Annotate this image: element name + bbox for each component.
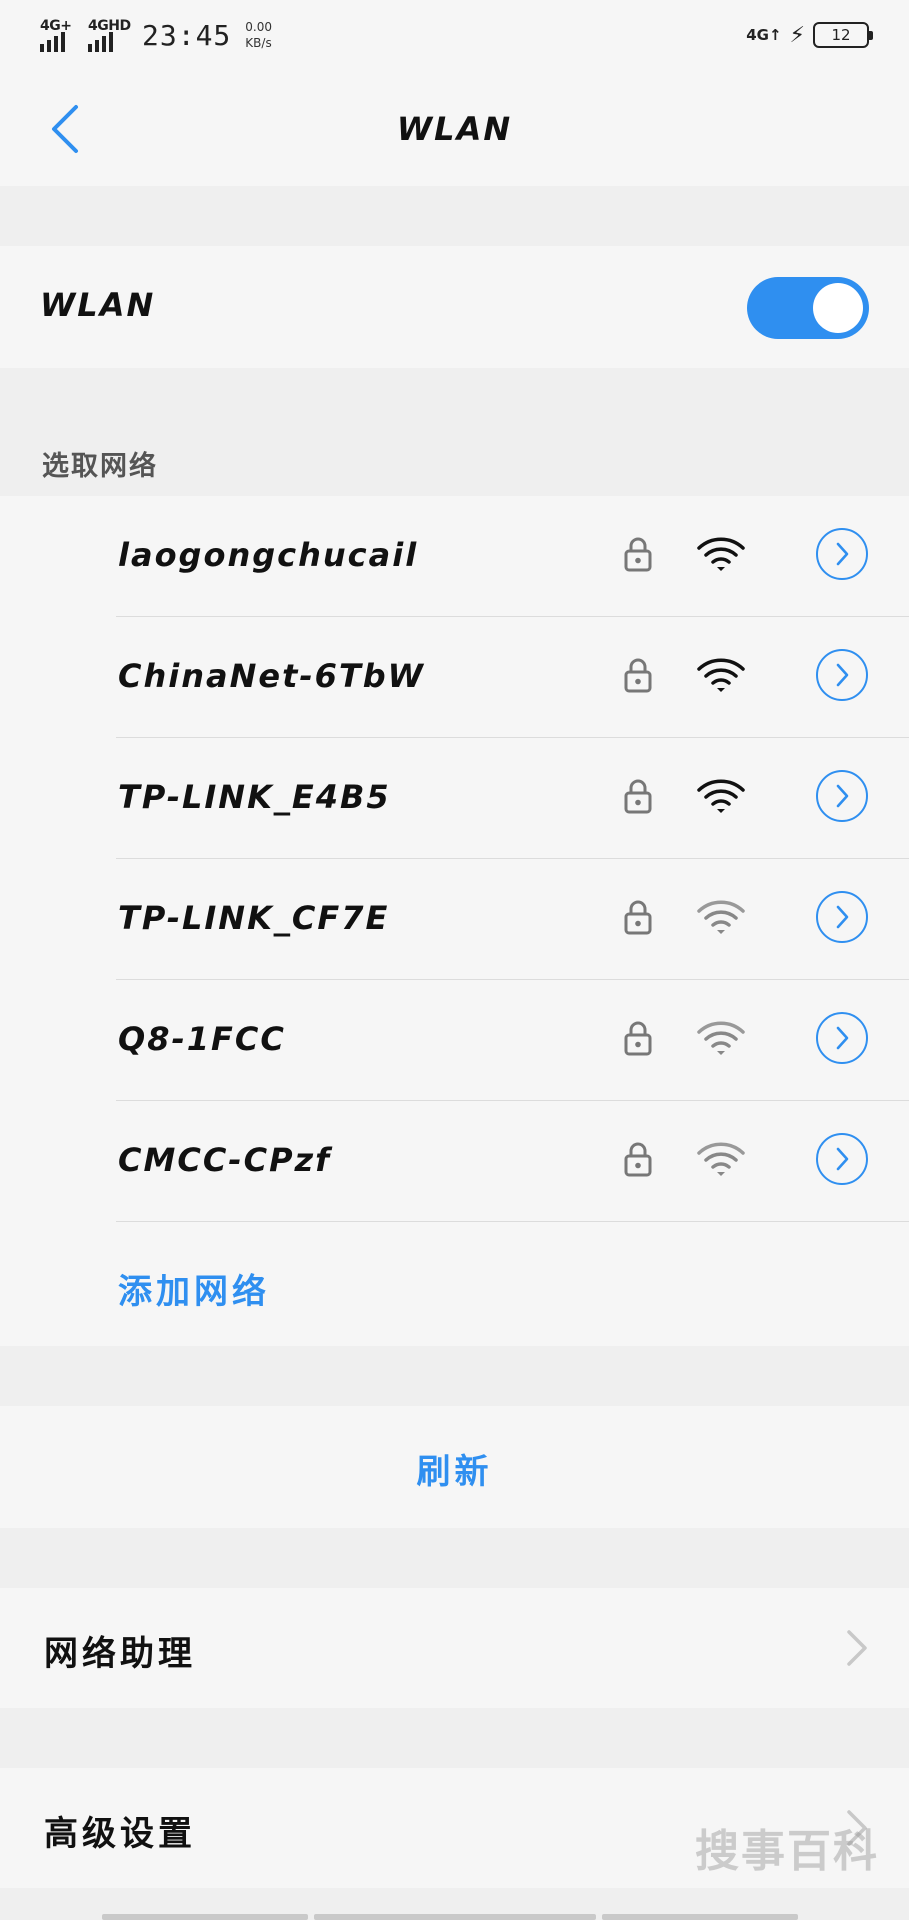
lock-icon [624, 1142, 652, 1177]
chevron-right-icon [836, 1147, 849, 1171]
battery-level: 12 [831, 26, 851, 44]
status-bar-right: 4G↑ ⚡ 12 [746, 18, 873, 52]
wifi-signal-icon [697, 1142, 745, 1176]
network-ssid: Q8-1FCC [118, 1020, 286, 1058]
cell-signal-icon-2: 4GHD [88, 18, 131, 52]
lock-icon [624, 779, 652, 814]
network-item[interactable]: laogongchucail [116, 496, 909, 617]
advanced-settings-label: 高级设置 [44, 1814, 196, 1854]
network-detail-button[interactable] [816, 770, 868, 822]
network-item[interactable]: TP-LINK_E4B5 [116, 738, 909, 859]
clock: 23:45 [142, 18, 232, 52]
lock-icon [624, 658, 652, 693]
refresh-button[interactable]: 刷新 [0, 1444, 909, 1493]
data-network-icon: 4G↑ [746, 26, 782, 44]
network-ssid: ChinaNet-6TbW [118, 657, 425, 695]
section-label-choose-network: 选取网络 [42, 451, 158, 482]
cell-signal-icon: 4G+ [40, 18, 78, 52]
network-assistant-row[interactable]: 网络助理 [0, 1588, 909, 1708]
battery-icon: 12 [813, 22, 873, 48]
switch-knob [813, 283, 863, 333]
network-assistant-label: 网络助理 [44, 1634, 196, 1674]
wifi-signal-icon [697, 779, 745, 813]
chevron-right-icon [836, 542, 849, 566]
network-ssid: CMCC-CPzf [118, 1141, 332, 1179]
lock-icon [624, 900, 652, 935]
network-list: laogongchucail ChinaNet-6TbW TP-LINK_E4B5 T… [0, 496, 909, 1346]
chevron-right-icon [836, 1026, 849, 1050]
wifi-signal-icon [697, 1021, 745, 1055]
wifi-signal-icon [697, 900, 745, 934]
chevron-right-icon [836, 784, 849, 808]
net-speed: 0.00 KB/s [245, 19, 272, 51]
chevron-right-icon [836, 663, 849, 687]
wlan-switch[interactable] [747, 277, 869, 339]
net-speed-unit: KB/s [245, 36, 272, 50]
network-item[interactable]: Q8-1FCC [116, 980, 909, 1101]
chevron-right-icon [836, 905, 849, 929]
status-bar-left: 4G+ 4GHD 23:45 0.00 KB/s [40, 16, 272, 54]
row-divider [116, 1221, 909, 1222]
network-detail-button[interactable] [816, 528, 868, 580]
network-detail-button[interactable] [816, 891, 868, 943]
app-header: WLAN [0, 70, 909, 186]
network-item[interactable]: TP-LINK_CF7E [116, 859, 909, 980]
status-bar: 4G+ 4GHD 23:45 0.00 KB/s 4G↑ ⚡ 12 [0, 0, 909, 70]
wifi-signal-icon [697, 658, 745, 692]
net-speed-value: 0.00 [245, 20, 273, 34]
watermark: 搜事百科 [695, 1826, 879, 1877]
network-detail-button[interactable] [816, 649, 868, 701]
nav-hint-bar [0, 1912, 909, 1920]
network-ssid: laogongchucail [118, 536, 419, 574]
refresh-row: 刷新 [0, 1406, 909, 1528]
network-item[interactable]: CMCC-CPzf [116, 1101, 909, 1222]
wlan-toggle-label: WLAN [40, 286, 156, 324]
lock-icon [624, 1021, 652, 1056]
charging-icon: ⚡ [789, 22, 805, 48]
network-ssid: TP-LINK_CF7E [118, 899, 390, 937]
network-ssid: TP-LINK_E4B5 [118, 778, 391, 816]
chevron-right-icon [847, 1630, 867, 1666]
wifi-signal-icon [697, 537, 745, 571]
wlan-toggle-row: WLAN [0, 246, 909, 368]
network-detail-button[interactable] [816, 1133, 868, 1185]
lock-icon [624, 537, 652, 572]
add-network-button[interactable]: 添加网络 [118, 1264, 270, 1313]
network-detail-button[interactable] [816, 1012, 868, 1064]
network-item[interactable]: ChinaNet-6TbW [116, 617, 909, 738]
page-title: WLAN [396, 110, 513, 148]
